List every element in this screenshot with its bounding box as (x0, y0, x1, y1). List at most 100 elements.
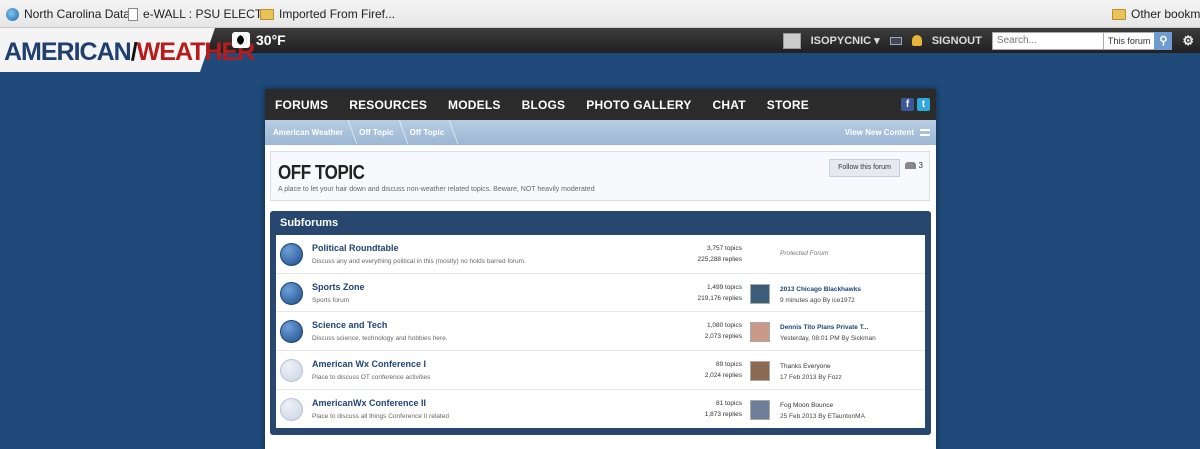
subforum-description: Discuss science, technology and hobbies … (312, 335, 448, 343)
last-post-link[interactable]: 2013 Chicago Blackhawks (780, 286, 861, 293)
moon-icon (232, 32, 250, 48)
subforums-section: Subforums Political Roundtable Discuss a… (270, 211, 931, 436)
reply-count: 2,024 replies (704, 372, 742, 380)
bookmark-imported-folder[interactable]: Imported From Firef... (260, 7, 395, 21)
forum-panel: FORUMS RESOURCES MODELS BLOGS PHOTO GALL… (265, 89, 936, 449)
read-forum-icon (280, 397, 303, 421)
bookmark-other-bookmarks[interactable]: Other bookma (1112, 7, 1200, 21)
forum-description: A place to let your hair down and discus… (278, 186, 595, 193)
subforum-link[interactable]: Political Roundtable (312, 243, 399, 253)
subforum-description: Place to discuss all things Conference I… (312, 412, 449, 420)
last-post-info: Dennis Tito Plans Private T... Yesterday,… (780, 322, 876, 344)
unread-forum-icon (280, 243, 303, 266)
twitter-icon[interactable]: t (917, 98, 930, 111)
bookmark-label: North Carolina Data (24, 7, 131, 21)
folder-icon (1112, 8, 1126, 20)
last-post-link[interactable]: Dennis Tito Plans Private T... (780, 324, 868, 331)
search-button[interactable]: ⚲ (1154, 31, 1173, 50)
breadcrumb-item[interactable]: American Weather (273, 128, 353, 137)
last-post-meta: Yesterday, 08:01 PM By Sickman (780, 335, 876, 343)
followers-count[interactable]: 3 (904, 161, 923, 170)
nav-store[interactable]: STORE (767, 98, 809, 112)
username: ISOPYCNIC (810, 35, 872, 47)
nav-models[interactable]: MODELS (448, 98, 501, 112)
subforum-link[interactable]: American Wx Conference I (312, 359, 426, 369)
last-post-info: Fog Moon Bounce 25 Feb 2013 By ETauntonMA (780, 400, 865, 422)
last-post-link[interactable]: Fog Moon Bounce (780, 402, 833, 409)
last-post-meta: 9 minutes ago By ice1972 (780, 296, 855, 304)
social-links: f t (901, 98, 930, 111)
nav-photo-gallery[interactable]: PHOTO GALLERY (586, 98, 691, 112)
reply-count: 2,073 replies (704, 333, 742, 341)
topic-count: 81 topics (715, 399, 742, 407)
last-poster-avatar[interactable] (750, 399, 770, 420)
reply-count: 1,873 replies (704, 410, 742, 418)
view-new-content-label: View New Content (844, 128, 914, 137)
topic-count: 1,499 topics (706, 283, 742, 291)
subforum-row: American Wx Conference I Place to discus… (276, 351, 925, 390)
subforum-row: Sports Zone Sports forum 1,499 topics 219… (276, 274, 925, 313)
chevron-down-icon: ▾ (874, 35, 880, 47)
subforums-heading: Subforums (280, 217, 339, 229)
weather-widget[interactable]: 30°F (232, 32, 286, 48)
bookmark-label: Imported From Firef... (279, 7, 396, 21)
folder-icon (260, 8, 274, 20)
search-box: This forum ⚲ (991, 31, 1173, 50)
reply-count: 225,288 replies (697, 256, 742, 263)
subforum-stats: 1,080 topics 2,073 replies (656, 320, 742, 342)
subforum-description: Place to discuss OT conference activitie… (312, 374, 431, 382)
gear-icon[interactable]: ⚙ (1182, 33, 1194, 49)
bookmark-north-carolina-data[interactable]: North Carolina Data (6, 7, 130, 21)
envelope-icon[interactable] (889, 36, 902, 45)
nav-resources[interactable]: RESOURCES (349, 98, 427, 112)
nav-chat[interactable]: CHAT (713, 98, 746, 112)
subforum-link[interactable]: Sports Zone (312, 282, 365, 292)
breadcrumb-item[interactable]: Off Topic (410, 128, 455, 137)
last-post-info: Thanks Everyone 17 Feb 2013 By Fozz (780, 361, 842, 383)
subforum-stats: 81 topics 1,873 replies (656, 398, 742, 420)
unread-forum-icon (280, 320, 303, 344)
last-poster-avatar[interactable] (750, 361, 770, 382)
topic-count: 3,757 topics (706, 245, 742, 252)
subforum-description: Discuss any and everything political in … (312, 258, 526, 265)
page-title: OFF TOPIC (278, 162, 365, 184)
bookmark-label: Other bookma (1131, 7, 1200, 21)
breadcrumb: American Weather Off Topic Off Topic Vie… (265, 120, 936, 145)
user-menu[interactable]: ISOPYCNIC ▾ (811, 34, 880, 47)
page-icon (128, 7, 138, 21)
last-poster-avatar[interactable] (750, 322, 770, 343)
last-post-meta: 25 Feb 2013 By ETauntonMA (780, 412, 865, 420)
facebook-icon[interactable]: f (901, 98, 914, 111)
site-logo[interactable]: AMERICAN/WEATHER (4, 38, 255, 67)
search-input[interactable] (991, 31, 1104, 50)
subforum-list: Political Roundtable Discuss any and eve… (276, 235, 925, 429)
bell-icon[interactable] (911, 35, 922, 46)
last-poster-avatar[interactable] (750, 283, 770, 304)
view-new-content-link[interactable]: View New Content (845, 128, 930, 137)
topic-count: 89 topics (715, 361, 742, 369)
breadcrumb-item[interactable]: Off Topic (359, 128, 404, 137)
last-post-link[interactable]: Thanks Everyone (780, 363, 831, 370)
follow-forum-button[interactable]: Follow this forum (829, 159, 900, 177)
temperature: 30°F (256, 32, 286, 48)
menu-icon (920, 129, 930, 136)
user-avatar[interactable] (782, 32, 801, 49)
subforum-link[interactable]: Science and Tech (312, 320, 387, 330)
signout-link[interactable]: SIGNOUT (932, 35, 982, 47)
search-scope-selector[interactable]: This forum (1103, 31, 1155, 50)
last-post-meta: 17 Feb 2013 By Fozz (780, 374, 842, 382)
unread-forum-icon (280, 281, 303, 305)
topic-count: 1,080 topics (706, 322, 742, 330)
nav-blogs[interactable]: BLOGS (522, 98, 566, 112)
subforum-stats: 89 topics 2,024 replies (656, 359, 742, 381)
read-forum-icon (280, 359, 303, 383)
search-icon: ⚲ (1159, 34, 1168, 47)
subforum-description: Sports forum (312, 296, 350, 304)
nav-forums[interactable]: FORUMS (275, 98, 328, 112)
main-nav: FORUMS RESOURCES MODELS BLOGS PHOTO GALL… (265, 89, 936, 120)
bookmark-e-wall[interactable]: e-WALL : PSU ELECT... (128, 7, 271, 21)
forum-header: OFF TOPIC A place to let your hair down … (270, 151, 930, 201)
subforum-row: AmericanWx Conference II Place to discus… (276, 390, 925, 429)
subforum-link[interactable]: AmericanWx Conference II (312, 398, 426, 408)
subforum-row: Science and Tech Discuss science, techno… (276, 312, 925, 352)
